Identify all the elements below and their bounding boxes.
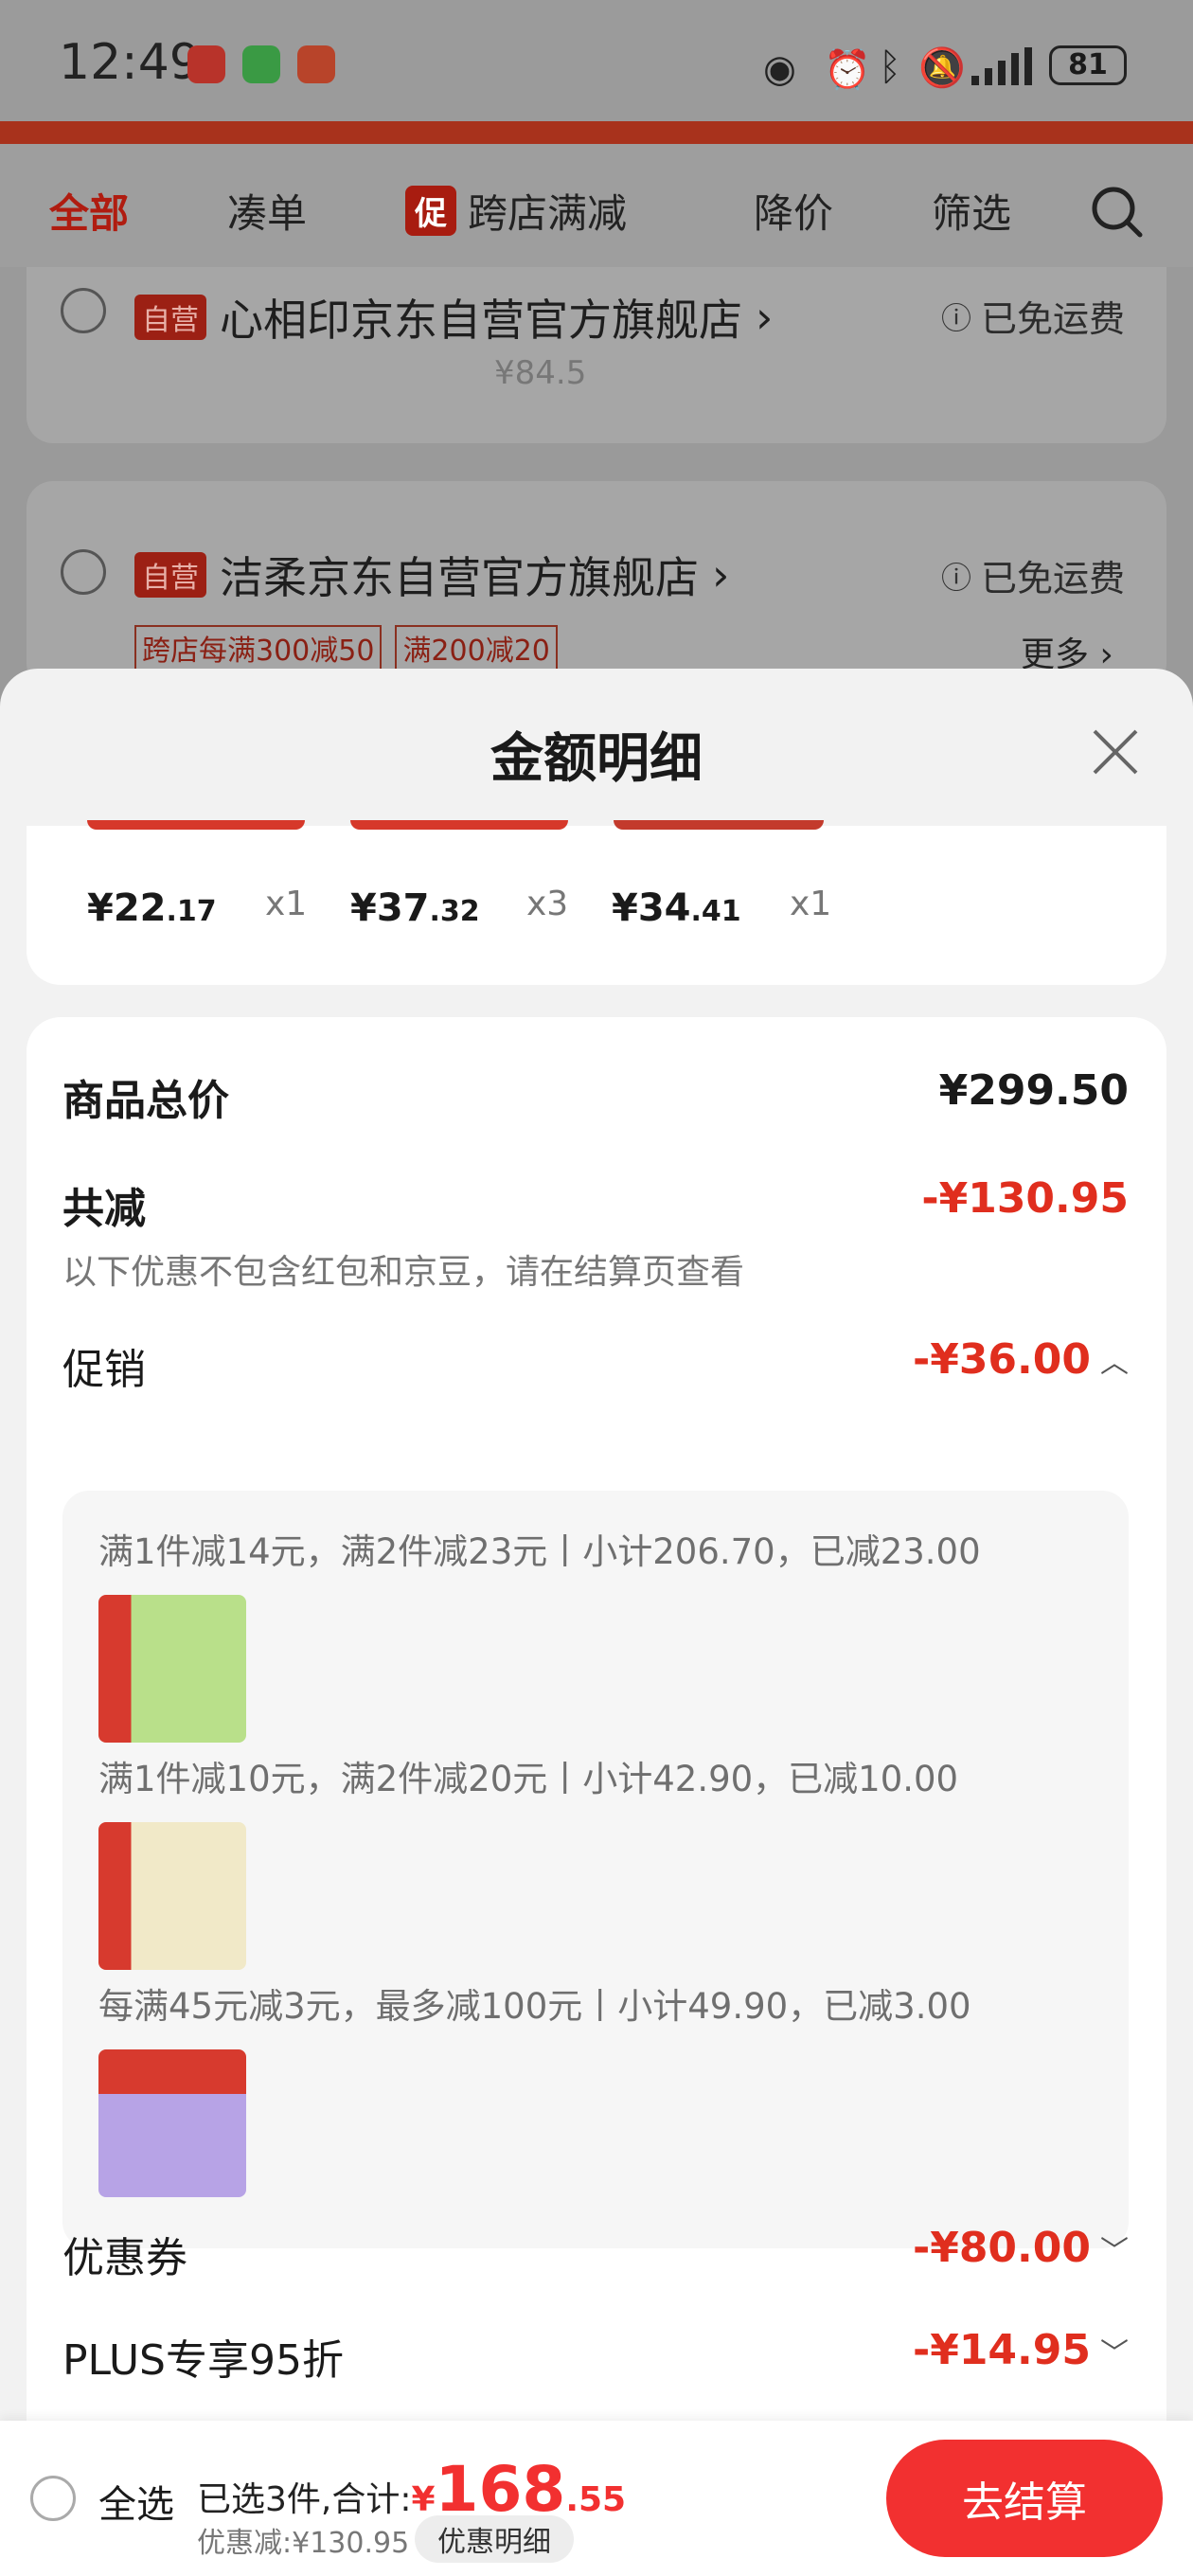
- store-price: ¥84.5: [494, 354, 587, 392]
- shipping-status: ⓘ 已免运费: [941, 549, 1125, 601]
- product-thumbnail: [98, 1822, 246, 1970]
- weibo-icon: [187, 45, 225, 83]
- tab-all[interactable]: 全部: [49, 182, 129, 240]
- plus-value: -¥14.95: [912, 2326, 1091, 2374]
- chevron-right-icon: ›: [756, 292, 774, 343]
- red-packet-icon: [297, 45, 335, 83]
- product-image: [614, 820, 824, 830]
- alarm-icon: ⏰: [824, 48, 871, 92]
- currency-symbol: ¥: [411, 2480, 436, 2519]
- chevron-down-icon: ﹀: [1100, 2336, 1129, 2370]
- store-name: 洁柔京东自营官方旗舰店: [220, 552, 699, 603]
- saved-amount: 优惠减:¥130.95: [197, 2527, 410, 2560]
- tab-cross-store[interactable]: 促 跨店满减: [405, 182, 627, 240]
- item-qty: x3: [526, 885, 569, 923]
- checkout-button[interactable]: 去结算: [886, 2440, 1163, 2557]
- item-price-card: ¥22.17 x1 ¥37.32 x3 ¥34.41 x1: [27, 820, 1166, 985]
- store-checkbox[interactable]: [61, 288, 106, 333]
- bluetooth-icon: ᛒ: [879, 45, 901, 89]
- store-card: 自营 心相印京东自营官方旗舰店 › ⓘ 已免运费 ¥84.5: [27, 267, 1166, 443]
- tab-filter[interactable]: 筛选: [932, 182, 1011, 240]
- coupon-value: -¥80.00: [912, 2224, 1091, 2272]
- total-label: 商品总价: [62, 1077, 229, 1125]
- status-bar: 12:49 ◉ ⏰ ᛒ 🔕 81: [0, 0, 1193, 123]
- signal-icon: [970, 47, 1036, 85]
- battery-icon: 81: [1049, 45, 1127, 85]
- store-header[interactable]: 自营 洁柔京东自营官方旗舰店 ›: [134, 544, 729, 606]
- product-thumbnail: [98, 2049, 246, 2197]
- chevron-up-icon: ︿: [1100, 1346, 1129, 1380]
- promo-tag: 满200减20: [395, 625, 558, 671]
- eye-icon: ◉: [763, 47, 796, 91]
- summary-label: 已选3件,合计:: [197, 2480, 412, 2519]
- total-decimal: .55: [565, 2480, 627, 2519]
- select-all-checkbox[interactable]: [30, 2476, 76, 2521]
- store-card: 自营 洁柔京东自营官方旗舰店 › ⓘ 已免运费 跨店每满300减50 满200减…: [27, 481, 1166, 689]
- self-operated-badge: 自营: [134, 295, 206, 340]
- item-qty: x1: [265, 885, 308, 923]
- discount-value: -¥130.95: [921, 1174, 1129, 1223]
- store-checkbox[interactable]: [61, 549, 106, 595]
- plus-toggle[interactable]: -¥14.95 ﹀: [913, 2326, 1129, 2374]
- item-price: ¥22.17: [87, 886, 217, 930]
- price-breakdown: 商品总价 ¥299.50 共减 -¥130.95 以下优惠不包含红包和京豆，请在…: [27, 1017, 1166, 2576]
- item-qty: x1: [790, 885, 832, 923]
- discount-label: 共减: [62, 1185, 146, 1233]
- promo-tag: 跨店每满300减50: [134, 625, 383, 671]
- shipping-label: 已免运费: [981, 298, 1126, 340]
- store-header[interactable]: 自营 心相印京东自营官方旗舰店 ›: [134, 286, 773, 349]
- wechat-icon: [242, 45, 280, 83]
- promo-toggle[interactable]: -¥36.00 ︿: [913, 1335, 1129, 1384]
- checkout-bar: 全选 已选3件,合计: ¥ 168 .55 优惠减:¥130.95 优惠明细 去…: [0, 2421, 1193, 2576]
- promo-rule: 满1件减14元，满2件减23元丨小计206.70，已减23.00: [98, 1531, 981, 1572]
- promo-details: 满1件减14元，满2件减23元丨小计206.70，已减23.00 满1件减10元…: [62, 1491, 1129, 2248]
- promo-badge: 促: [405, 186, 456, 236]
- promo-rule: 满1件减10元，满2件减20元丨小计42.90，已减10.00: [98, 1759, 959, 1799]
- mute-icon: 🔕: [918, 46, 966, 90]
- discount-detail-button[interactable]: 优惠明细: [415, 2515, 574, 2563]
- chevron-down-icon: ﹀: [1100, 2234, 1129, 2268]
- header-strip: [0, 121, 1193, 144]
- tab-bundle[interactable]: 凑单: [227, 182, 307, 240]
- total-value: ¥299.50: [938, 1066, 1129, 1115]
- sheet-title: 金额明细: [490, 728, 703, 790]
- info-icon: ⓘ: [941, 299, 972, 336]
- promo-label: 促销: [62, 1346, 146, 1394]
- product-image: [350, 820, 568, 830]
- info-icon: ⓘ: [941, 559, 972, 596]
- select-all-label[interactable]: 全选: [98, 2474, 174, 2529]
- product-thumbnail: [98, 1595, 246, 1743]
- coupon-toggle[interactable]: -¥80.00 ﹀: [913, 2224, 1129, 2272]
- item-price: ¥37.32: [350, 886, 480, 930]
- promo-rule: 每满45元减3元，最多减100元丨小计49.90，已减3.00: [98, 1986, 971, 2027]
- self-operated-badge: 自营: [134, 552, 206, 598]
- discount-note: 以下优惠不包含红包和京豆，请在结算页查看: [62, 1253, 745, 1292]
- product-image: [87, 820, 305, 830]
- shipping-status: ⓘ 已免运费: [941, 290, 1125, 342]
- plus-label: PLUS专享95折: [62, 2336, 344, 2385]
- coupon-label: 优惠券: [62, 2234, 187, 2282]
- order-total: 已选3件,合计: ¥ 168 .55: [197, 2453, 626, 2526]
- status-time: 12:49: [59, 34, 201, 91]
- amount-detail-sheet: 金额明细 ¥22.17 x1 ¥37.32 x3 ¥34.41 x1 商品总价 …: [0, 669, 1193, 2576]
- shipping-label: 已免运费: [981, 558, 1126, 599]
- chevron-right-icon: ›: [712, 549, 730, 600]
- close-icon[interactable]: [1089, 725, 1142, 778]
- promo-value: -¥36.00: [912, 1335, 1091, 1384]
- store-promo-tags: 跨店每满300减50 满200减20: [134, 625, 558, 671]
- tab-cross-store-label: 跨店满减: [468, 190, 628, 237]
- item-price: ¥34.41: [612, 886, 741, 930]
- store-name: 心相印京东自营官方旗舰店: [220, 295, 742, 346]
- search-icon[interactable]: [1089, 184, 1146, 241]
- tab-price-drop[interactable]: 降价: [754, 182, 833, 240]
- filter-tabs: 全部 凑单 促 跨店满减 降价 筛选: [0, 144, 1193, 267]
